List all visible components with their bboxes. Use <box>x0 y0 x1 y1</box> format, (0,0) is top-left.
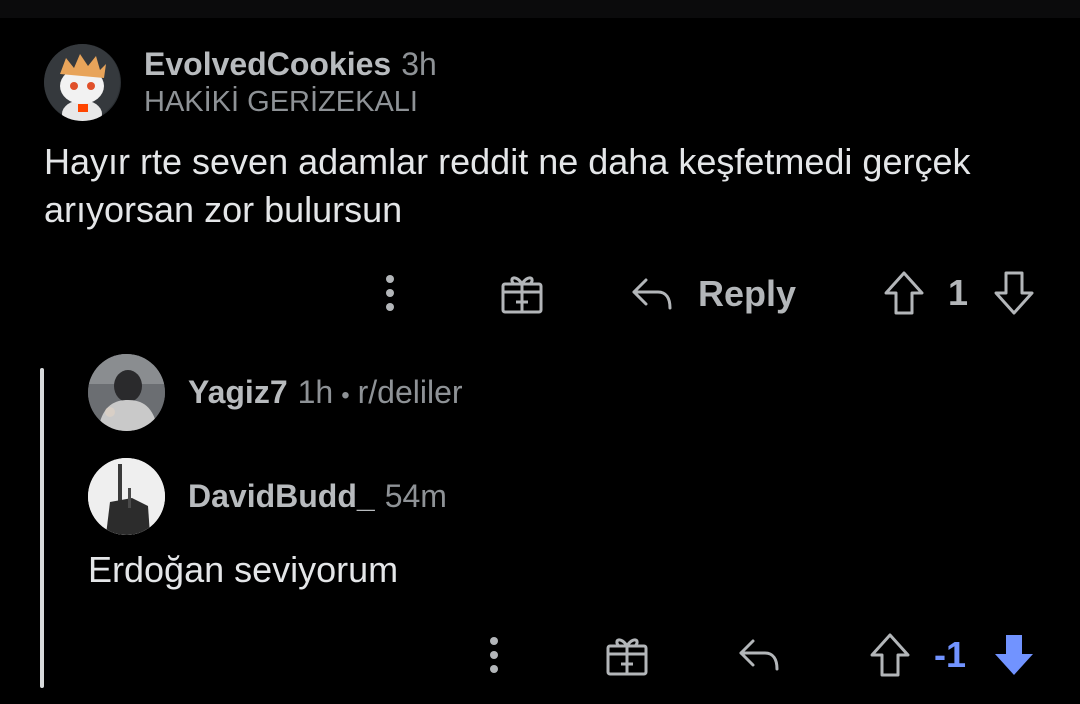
downvote-button[interactable] <box>990 630 1038 680</box>
comment-meta: EvolvedCookies 3h <box>144 42 437 86</box>
upvote-button[interactable] <box>866 630 914 680</box>
upvote-arrow-icon <box>870 633 910 677</box>
avatar[interactable] <box>88 354 165 431</box>
user-photo-icon <box>88 354 165 431</box>
vote-score: 1 <box>948 272 969 313</box>
reply-arrow-icon <box>739 639 779 671</box>
downvote-button[interactable] <box>990 268 1038 318</box>
comment-meta: Yagiz7 1h • r/deliler <box>188 370 463 418</box>
more-vertical-icon <box>386 275 394 311</box>
timestamp: 3h <box>401 46 437 82</box>
upvote-button[interactable] <box>880 268 928 318</box>
reply-arrow-icon <box>632 278 672 310</box>
gift-icon <box>606 638 648 676</box>
comment-meta: DavidBudd_ 54m <box>188 474 447 518</box>
username[interactable]: DavidBudd_ <box>188 474 375 518</box>
subreddit-link[interactable]: r/deliler <box>358 370 463 414</box>
avatar[interactable] <box>88 458 165 535</box>
username[interactable]: EvolvedCookies <box>144 42 391 86</box>
timestamp: 1h <box>297 374 334 410</box>
snoo-avatar-icon <box>44 44 120 121</box>
downvote-arrow-filled-icon <box>995 635 1033 675</box>
status-bar <box>0 0 1080 18</box>
comment-body: Hayır rte seven adamlar reddit ne daha k… <box>44 141 971 230</box>
more-options-button[interactable] <box>370 270 410 316</box>
avatar[interactable] <box>44 44 121 121</box>
reply-button[interactable]: Reply <box>630 268 796 320</box>
award-button[interactable] <box>600 630 654 680</box>
thread-collapse-line[interactable] <box>40 368 44 688</box>
more-options-button[interactable] <box>474 632 514 678</box>
upvote-arrow-icon <box>884 271 924 315</box>
downvote-arrow-icon <box>994 271 1034 315</box>
reply-label: Reply <box>698 273 797 314</box>
username[interactable]: Yagiz7 <box>188 370 288 414</box>
timestamp: 54m <box>384 478 447 514</box>
comment-body: Erdoğan seviyorum <box>88 549 399 590</box>
user-photo-icon <box>88 458 165 535</box>
reply-button[interactable] <box>736 632 782 678</box>
user-flair: HAKİKİ GERİZEKALI <box>144 86 418 118</box>
separator-dot: • <box>341 382 350 409</box>
gift-icon <box>501 276 543 314</box>
award-button[interactable] <box>495 268 549 318</box>
vote-score: -1 <box>934 634 967 675</box>
more-vertical-icon <box>490 637 498 673</box>
